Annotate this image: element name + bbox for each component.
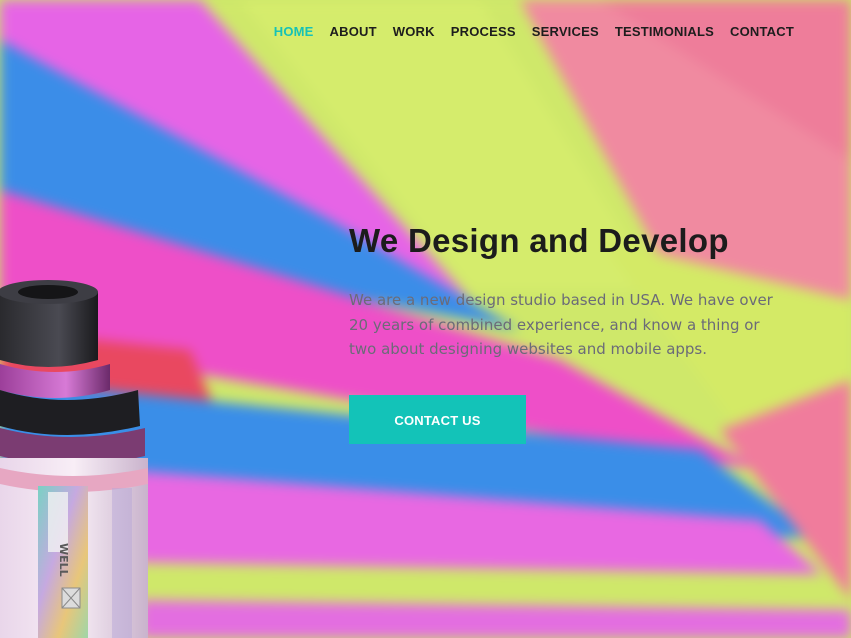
- hero-description: We are a new design studio based in USA.…: [349, 291, 773, 358]
- nav-item-about[interactable]: ABOUT: [330, 24, 377, 39]
- nav-item-work[interactable]: WORK: [393, 24, 435, 39]
- nav-item-services[interactable]: SERVICES: [532, 24, 599, 39]
- nav-item-testimonials[interactable]: TESTIMONIALS: [615, 24, 714, 39]
- vape-tank-image: WELL: [0, 280, 148, 638]
- contact-us-button[interactable]: CONTACT US: [349, 394, 526, 444]
- hero-section: We Design and Develop We are a new desig…: [349, 222, 799, 444]
- device-engraving: WELL: [57, 543, 70, 577]
- product-image: WELL: [0, 278, 160, 638]
- hero-title: We Design and Develop: [349, 222, 729, 259]
- nav-item-contact[interactable]: CONTACT: [730, 24, 794, 39]
- nav-item-home[interactable]: HOME: [274, 24, 314, 39]
- main-nav: HOME ABOUT WORK PROCESS SERVICES TESTIMO…: [274, 24, 794, 39]
- nav-item-process[interactable]: PROCESS: [451, 24, 516, 39]
